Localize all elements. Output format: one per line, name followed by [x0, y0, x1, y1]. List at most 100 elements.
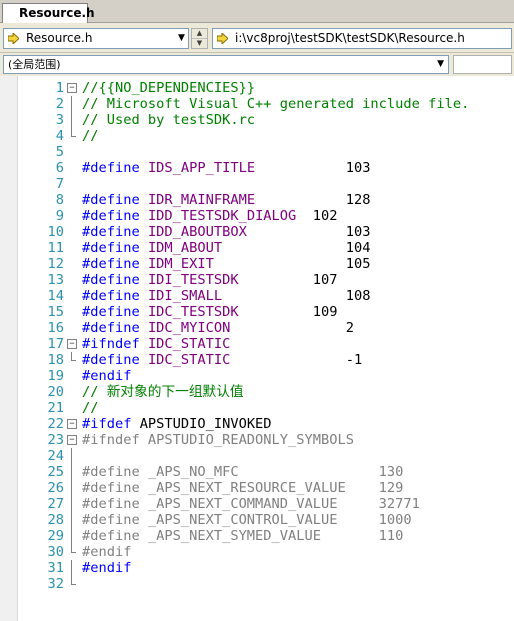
code-line[interactable]: 25 #define _APS_NO_MFC 130	[0, 464, 514, 480]
code-line[interactable]: 18 #define IDC_STATIC -1	[0, 352, 514, 368]
code-text[interactable]: #define _APS_NO_MFC 130	[82, 464, 403, 480]
line-number: 28	[47, 512, 64, 528]
code-line[interactable]: 12 #define IDM_EXIT 105	[0, 256, 514, 272]
code-text[interactable]: #define IDM_EXIT 105	[82, 256, 370, 272]
code-line[interactable]: 21 //	[0, 400, 514, 416]
code-token: #define	[82, 224, 148, 240]
code-text[interactable]: // 新对象的下一组默认值	[82, 384, 244, 400]
code-text[interactable]: #define IDC_STATIC -1	[82, 352, 362, 368]
file-dropdown[interactable]: Resource.h ▼	[3, 28, 189, 49]
code-line[interactable]: 13 #define IDI_TESTSDK 107	[0, 272, 514, 288]
code-text[interactable]: #define IDD_ABOUTBOX 103	[82, 224, 370, 240]
code-line[interactable]: 23− #ifndef APSTUDIO_READONLY_SYMBOLS	[0, 432, 514, 448]
code-token: // Used by testSDK.rc	[82, 112, 256, 128]
line-number: 27	[47, 496, 64, 512]
code-text[interactable]: #endif	[82, 368, 131, 384]
navigation-spinner[interactable]: ▲ ▼	[191, 28, 208, 49]
arrow-right-icon	[8, 33, 19, 44]
code-text[interactable]: //	[82, 400, 98, 416]
fold-gutter	[67, 240, 77, 256]
line-number: 9	[55, 208, 64, 224]
code-line[interactable]: 8 #define IDR_MAINFRAME 128	[0, 192, 514, 208]
code-text[interactable]: #define IDS_APP_TITLE 103	[82, 160, 370, 176]
member-dropdown[interactable]	[453, 55, 512, 74]
code-line[interactable]: 32	[0, 576, 514, 592]
collapse-minus-icon[interactable]: −	[67, 419, 77, 429]
code-line[interactable]: 30 #endif	[0, 544, 514, 560]
collapse-minus-icon[interactable]: −	[67, 435, 77, 445]
fold-gutter	[67, 160, 77, 176]
fold-gutter	[67, 256, 77, 272]
code-text[interactable]: #ifndef APSTUDIO_READONLY_SYMBOLS	[82, 432, 354, 448]
code-text[interactable]: #ifdef APSTUDIO_INVOKED	[82, 416, 272, 432]
code-line[interactable]: 14 #define IDI_SMALL 108	[0, 288, 514, 304]
code-text[interactable]: #define _APS_NEXT_SYMED_VALUE 110	[82, 528, 403, 544]
code-line[interactable]: 17− #ifndef IDC_STATIC	[0, 336, 514, 352]
code-line[interactable]: 27 #define _APS_NEXT_COMMAND_VALUE 32771	[0, 496, 514, 512]
code-line[interactable]: 9 #define IDD_TESTSDK_DIALOG 102	[0, 208, 514, 224]
code-line[interactable]: 10 #define IDD_ABOUTBOX 103	[0, 224, 514, 240]
code-line[interactable]: 22− #ifdef APSTUDIO_INVOKED	[0, 416, 514, 432]
code-text[interactable]: #ifndef IDC_STATIC	[82, 336, 230, 352]
code-line[interactable]: 28 #define _APS_NEXT_CONTROL_VALUE 1000	[0, 512, 514, 528]
code-text[interactable]: #endif	[82, 544, 131, 560]
code-token: #define	[82, 160, 148, 176]
code-text[interactable]: #define IDI_TESTSDK 107	[82, 272, 337, 288]
code-text[interactable]: // Microsoft Visual C++ generated includ…	[82, 96, 469, 112]
chevron-down-icon[interactable]: ▼	[437, 56, 444, 73]
code-token: 103	[255, 160, 371, 176]
line-number: 16	[47, 320, 64, 336]
fold-gutter	[67, 560, 77, 576]
code-line[interactable]: 3 // Used by testSDK.rc	[0, 112, 514, 128]
code-text[interactable]: #define _APS_NEXT_RESOURCE_VALUE 129	[82, 480, 403, 496]
fold-gutter[interactable]: −	[67, 80, 77, 96]
chevron-up-icon[interactable]: ▲	[192, 29, 207, 39]
code-text[interactable]: #endif	[82, 560, 131, 576]
fold-gutter	[67, 576, 77, 592]
code-text[interactable]: #define IDC_TESTSDK 109	[82, 304, 337, 320]
chevron-down-icon[interactable]: ▼	[178, 29, 185, 48]
fold-gutter[interactable]: −	[67, 432, 77, 448]
code-line[interactable]: 15 #define IDC_TESTSDK 109	[0, 304, 514, 320]
line-number: 20	[47, 384, 64, 400]
code-editor[interactable]: 1−//{{NO_DEPENDENCIES}} 2// Microsoft Vis…	[0, 76, 514, 621]
code-text[interactable]: #define IDM_ABOUT 104	[82, 240, 370, 256]
code-text[interactable]: #define IDI_SMALL 108	[82, 288, 370, 304]
tab-resource-h[interactable]: Resource.h	[2, 3, 95, 23]
code-line[interactable]: 16 #define IDC_MYICON 2	[0, 320, 514, 336]
code-line[interactable]: 19 #endif	[0, 368, 514, 384]
code-line[interactable]: 20 // 新对象的下一组默认值	[0, 384, 514, 400]
code-text[interactable]: // Used by testSDK.rc	[82, 112, 255, 128]
fold-gutter[interactable]: −	[67, 336, 77, 352]
code-line[interactable]: 26 #define _APS_NEXT_RESOURCE_VALUE 129	[0, 480, 514, 496]
code-line[interactable]: 2 // Microsoft Visual C++ generated inclu…	[0, 96, 514, 112]
code-line[interactable]: 4 //	[0, 128, 514, 144]
scope-dropdown[interactable]: (全局范围) ▼	[3, 55, 449, 74]
code-line[interactable]: 5	[0, 144, 514, 160]
code-text[interactable]: #define IDR_MAINFRAME 128	[82, 192, 370, 208]
path-dropdown[interactable]: i:\vc8proj\testSDK\testSDK\Resource.h	[212, 28, 512, 49]
code-area[interactable]: 1−//{{NO_DEPENDENCIES}} 2// Microsoft Vis…	[0, 80, 514, 592]
code-line[interactable]: 6 #define IDS_APP_TITLE 103	[0, 160, 514, 176]
code-line[interactable]: 29 #define _APS_NEXT_SYMED_VALUE 110	[0, 528, 514, 544]
code-text[interactable]: #define _APS_NEXT_COMMAND_VALUE 32771	[82, 496, 420, 512]
code-text[interactable]: //{{NO_DEPENDENCIES}}	[82, 80, 255, 96]
code-line[interactable]: 1−//{{NO_DEPENDENCIES}}	[0, 80, 514, 96]
line-number: 14	[47, 288, 64, 304]
fold-gutter[interactable]: −	[67, 416, 77, 432]
collapse-minus-icon[interactable]: −	[67, 339, 77, 349]
fold-gutter	[67, 384, 77, 400]
code-text[interactable]: //	[82, 128, 98, 144]
collapse-minus-icon[interactable]: −	[67, 83, 77, 93]
code-text[interactable]: #define IDD_TESTSDK_DIALOG 102	[82, 208, 337, 224]
code-line[interactable]: 11 #define IDM_ABOUT 104	[0, 240, 514, 256]
code-line[interactable]: 24	[0, 448, 514, 464]
code-line[interactable]: 31 #endif	[0, 560, 514, 576]
code-token: 102	[296, 208, 338, 224]
code-token: #define _APS_NEXT_RESOURCE_VALUE 129	[82, 480, 404, 496]
line-number: 1	[55, 80, 64, 96]
code-text[interactable]: #define IDC_MYICON 2	[82, 320, 354, 336]
code-line[interactable]: 7	[0, 176, 514, 192]
chevron-down-icon[interactable]: ▼	[192, 39, 207, 48]
code-text[interactable]: #define _APS_NEXT_CONTROL_VALUE 1000	[82, 512, 412, 528]
